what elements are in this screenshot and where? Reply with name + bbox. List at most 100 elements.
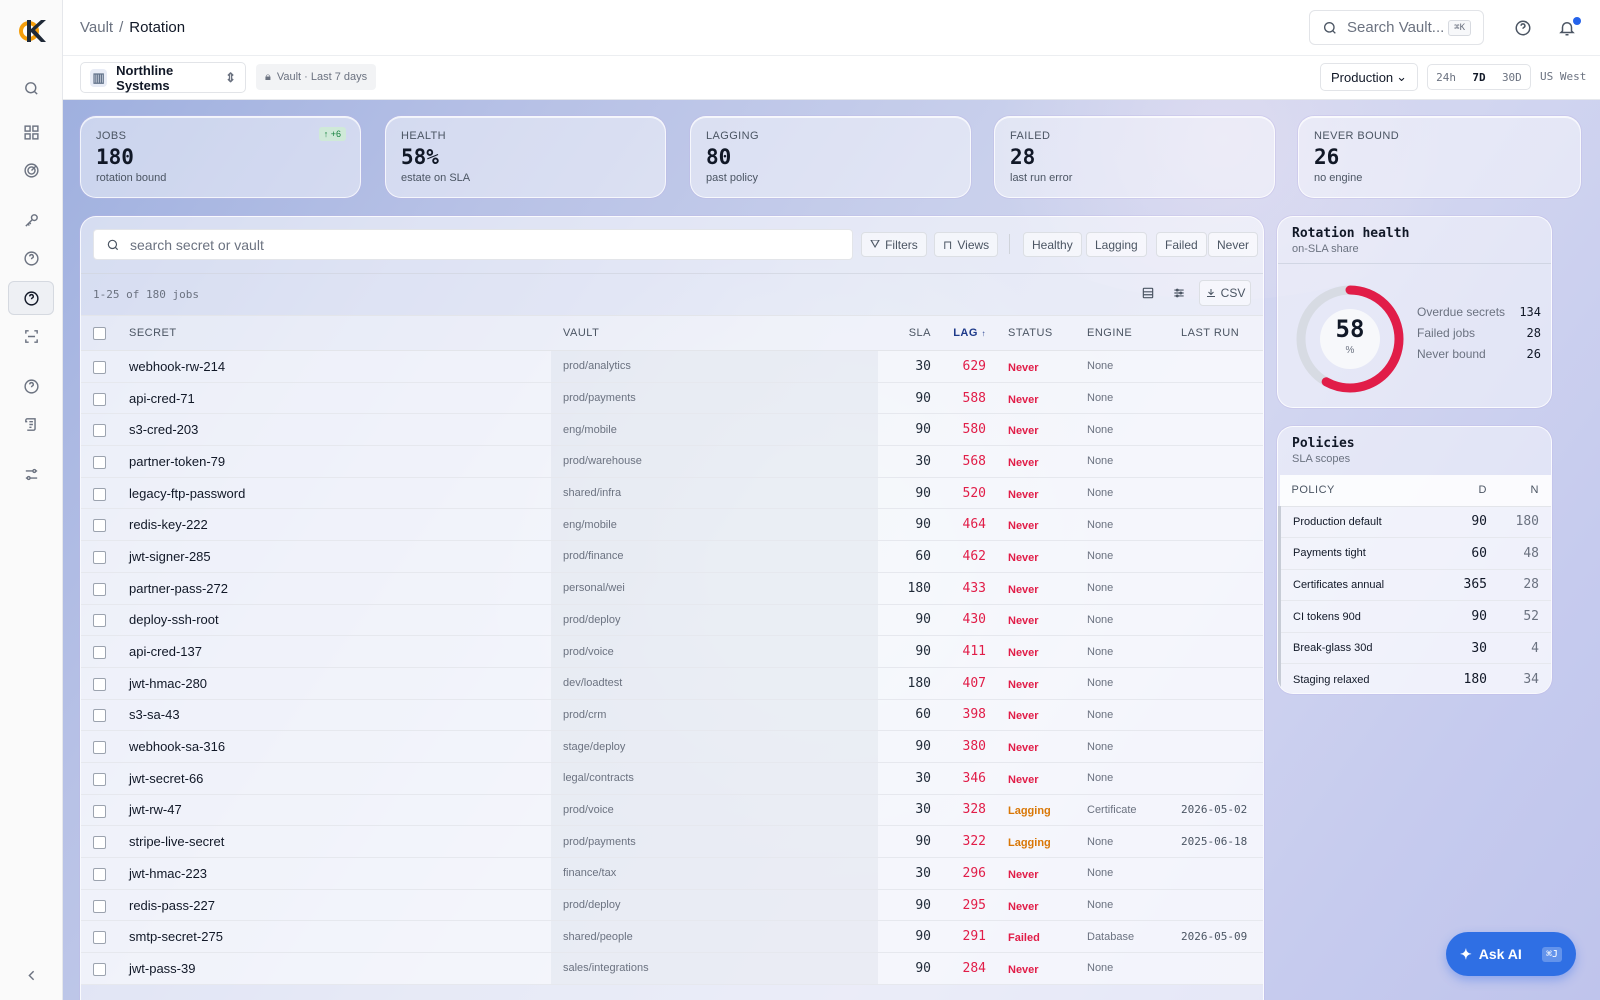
policy-row[interactable]: Payments tight 60 48 <box>1278 537 1551 570</box>
table-row[interactable]: smtp-secret-275 shared/people 90 291 Failed D… <box>81 920 1263 954</box>
secret-name[interactable]: partner-token-79 <box>117 445 551 478</box>
secret-name[interactable]: jwt-signer-285 <box>117 540 551 573</box>
secret-name[interactable]: s3-cred-203 <box>117 413 551 447</box>
table-row[interactable]: redis-pass-227 prod/deploy 90 295 Never None <box>81 889 1263 922</box>
row-checkbox[interactable] <box>93 360 106 374</box>
secret-name[interactable]: jwt-hmac-223 <box>117 857 551 890</box>
policy-row[interactable]: Break-glass 30d 30 4 <box>1278 632 1551 665</box>
row-checkbox[interactable] <box>93 867 106 881</box>
secret-name[interactable]: api-cred-137 <box>117 635 551 668</box>
row-checkbox[interactable] <box>93 772 106 786</box>
secret-name[interactable]: redis-pass-227 <box>117 889 551 922</box>
col-secret[interactable]: SECRET <box>117 315 551 351</box>
table-row[interactable]: jwt-rw-47 prod/voice 30 328 Lagging Certifica… <box>81 794 1263 827</box>
table-row[interactable]: webhook-rw-214 prod/analytics 30 629 Never No… <box>81 350 1263 383</box>
table-row[interactable]: stripe-live-secret prod/payments 90 322 Lagg… <box>81 825 1263 858</box>
col-sla[interactable]: SLA <box>878 315 931 351</box>
row-checkbox[interactable] <box>93 836 106 850</box>
row-checkbox[interactable] <box>93 962 106 976</box>
row-checkbox[interactable] <box>93 487 106 501</box>
global-search-input[interactable]: Search Vault... ⌘K <box>1309 10 1484 45</box>
table-row[interactable]: legacy-ftp-password shared/infra 90 520 Neve… <box>81 477 1263 510</box>
rail-logs-button[interactable] <box>8 407 54 441</box>
filters-button[interactable]: ⛛ Filters <box>861 232 927 257</box>
ask-ai-button[interactable]: ✦ Ask AI ⌘J <box>1446 932 1576 976</box>
policy-row[interactable]: Production default 90 180 <box>1278 506 1551 539</box>
policy-row[interactable]: CI tokens 90d 90 52 <box>1278 600 1551 633</box>
secret-name[interactable]: webhook-sa-316 <box>117 730 551 763</box>
secret-name[interactable]: legacy-ftp-password <box>117 477 551 510</box>
table-row[interactable]: jwt-hmac-223 finance/tax 30 296 Never None <box>81 857 1263 890</box>
rail-help-button[interactable] <box>8 241 54 275</box>
table-row[interactable]: webhook-sa-316 stage/deploy 90 380 Never None <box>81 730 1263 763</box>
table-row[interactable]: jwt-secret-66 legal/contracts 30 346 Never No… <box>81 762 1263 795</box>
select-all-checkbox[interactable] <box>93 326 106 340</box>
secret-name[interactable]: api-cred-71 <box>117 382 551 415</box>
secret-name[interactable]: deploy-ssh-root <box>117 604 551 637</box>
col-last-run[interactable]: LAST RUN <box>1161 315 1263 351</box>
policy-row[interactable]: Staging relaxed 180 34 <box>1278 663 1551 693</box>
views-button[interactable]: ⊓ Views <box>934 232 999 257</box>
row-checkbox[interactable] <box>93 551 106 564</box>
table-row[interactable]: jwt-signer-285 prod/finance 60 462 Never None <box>81 540 1263 573</box>
rail-settings-button[interactable] <box>8 457 54 491</box>
row-checkbox[interactable] <box>93 931 106 945</box>
rail-rotation-button[interactable] <box>8 281 54 315</box>
table-search-input[interactable]: search secret or vault <box>93 229 853 260</box>
rail-radar-button[interactable] <box>8 153 54 187</box>
table-row[interactable]: deploy-ssh-root prod/deploy 90 430 Never None <box>81 604 1263 637</box>
table-row[interactable]: partner-pass-272 personal/wei 180 433 Never N… <box>81 572 1263 605</box>
row-checkbox[interactable] <box>93 899 106 913</box>
secret-name[interactable]: s3-sa-43 <box>117 699 551 732</box>
row-checkbox[interactable] <box>93 804 106 818</box>
app-logo-icon[interactable] <box>17 17 47 45</box>
csv-export-button[interactable]: CSV <box>1199 280 1251 306</box>
row-checkbox[interactable] <box>93 392 106 406</box>
rail-keys-button[interactable] <box>8 203 54 237</box>
range-30d[interactable]: 30D <box>1502 71 1522 84</box>
row-checkbox[interactable] <box>93 709 106 723</box>
secret-name[interactable]: jwt-secret-66 <box>117 762 551 795</box>
policy-row[interactable]: Certificates annual 365 28 <box>1278 569 1551 602</box>
secret-name[interactable]: jwt-pass-39 <box>117 952 551 985</box>
row-checkbox[interactable] <box>93 455 106 469</box>
rail-dashboard-button[interactable] <box>8 115 54 149</box>
table-row[interactable]: partner-token-79 prod/warehouse 30 568 Never… <box>81 445 1263 478</box>
secret-name[interactable]: jwt-hmac-280 <box>117 667 551 700</box>
table-row[interactable]: redis-key-222 eng/mobile 90 464 Never None <box>81 508 1263 542</box>
secret-name[interactable]: jwt-rw-47 <box>117 794 551 827</box>
row-checkbox[interactable] <box>93 519 106 533</box>
row-checkbox[interactable] <box>93 741 106 755</box>
col-lag[interactable]: LAG ↑ <box>931 315 988 351</box>
range-24h[interactable]: 24h <box>1436 71 1456 84</box>
columns-button[interactable] <box>1166 280 1192 306</box>
rail-search-button[interactable] <box>8 71 54 105</box>
row-checkbox[interactable] <box>93 677 106 691</box>
quick-filter-lagging[interactable]: Lagging <box>1086 232 1147 257</box>
rail-scan-button[interactable] <box>8 319 54 353</box>
secret-name[interactable]: redis-key-222 <box>117 508 551 542</box>
table-row[interactable]: s3-sa-43 prod/crm 60 398 Never None <box>81 699 1263 732</box>
row-checkbox[interactable] <box>93 614 106 628</box>
quick-filter-never[interactable]: Never <box>1208 232 1259 257</box>
org-switcher[interactable]: ▥ Northline Systems ⇕ <box>80 62 246 93</box>
col-status[interactable]: STATUS <box>988 315 1067 351</box>
table-row[interactable]: jwt-pass-39 sales/integrations 90 284 Never N… <box>81 952 1263 985</box>
row-checkbox[interactable] <box>93 582 106 596</box>
rail-support-button[interactable] <box>8 369 54 403</box>
quick-filter-failed[interactable]: Failed <box>1156 232 1207 257</box>
secret-name[interactable]: stripe-live-secret <box>117 825 551 858</box>
range-7d[interactable]: 7D <box>1472 71 1485 84</box>
rail-collapse-button[interactable] <box>8 958 54 992</box>
col-vault[interactable]: VAULT <box>551 315 878 351</box>
breadcrumb-root[interactable]: Vault <box>80 19 113 36</box>
table-row[interactable]: api-cred-137 prod/voice 90 411 Never None <box>81 635 1263 668</box>
quick-filter-healthy[interactable]: Healthy <box>1023 232 1082 257</box>
col-engine[interactable]: ENGINE <box>1067 315 1161 351</box>
row-checkbox[interactable] <box>93 646 106 660</box>
density-button[interactable] <box>1135 280 1161 306</box>
secret-name[interactable]: partner-pass-272 <box>117 572 551 605</box>
row-checkbox[interactable] <box>93 424 106 438</box>
environment-select[interactable]: Production ⌄ <box>1320 63 1418 91</box>
table-row[interactable]: api-cred-71 prod/payments 90 588 Never None <box>81 382 1263 415</box>
